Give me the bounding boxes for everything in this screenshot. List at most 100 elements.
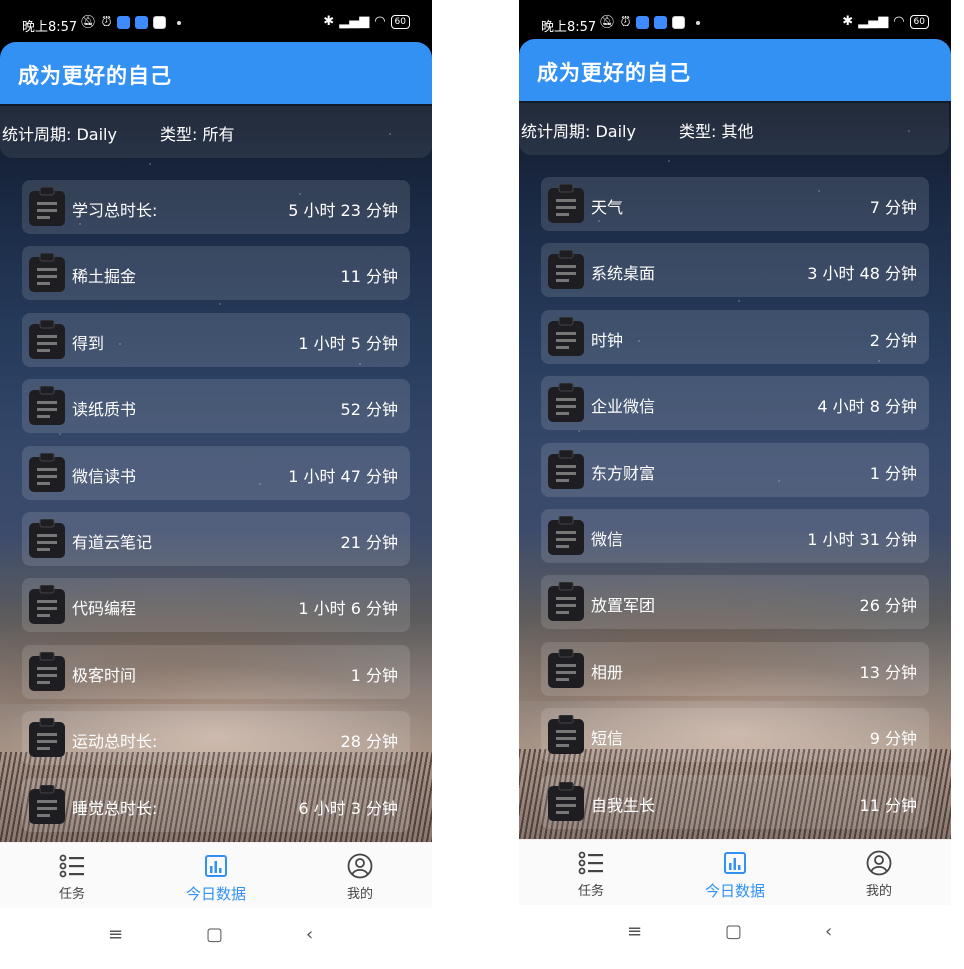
tab-today-data[interactable]: 今日数据 [144, 851, 288, 904]
item-duration: 26 分钟 [859, 596, 917, 616]
clipboard-icon [29, 452, 65, 492]
item-duration: 28 分钟 [340, 732, 398, 752]
alarm-icon: ⏰︎ [620, 15, 631, 30]
clipboard-icon [29, 253, 65, 293]
clipboard-icon [548, 316, 584, 356]
filter-bar[interactable]: 统计周期: Daily 类型: 其他 [519, 103, 949, 155]
item-name: 微信读书 [72, 466, 137, 486]
system-navigation-bar: ≡ ▢ ‹ [519, 905, 951, 956]
list-item[interactable]: 极客时间 1 分钟 [22, 644, 410, 699]
item-duration: 52 分钟 [340, 400, 398, 420]
clipboard-icon [548, 648, 584, 688]
item-name: 得到 [72, 333, 105, 353]
app-notification-icon [653, 16, 667, 29]
tab-tasks[interactable]: 任务 [519, 848, 663, 899]
list-item[interactable]: 睡觉总时长: 6 小时 3 分钟 [22, 777, 410, 832]
app-notification-icon [671, 16, 685, 29]
item-name: 相册 [591, 662, 624, 682]
app-bar: 成为更好的自己 [0, 42, 432, 104]
tab-label: 今日数据 [185, 885, 246, 903]
list-item[interactable]: 有道云笔记 21 分钟 [22, 511, 410, 566]
item-name: 时钟 [591, 330, 624, 350]
item-name: 有道云笔记 [72, 532, 153, 552]
chart-icon [205, 855, 227, 877]
item-duration: 1 分钟 [869, 463, 917, 483]
phone-screen-other: 晚上8:57 🔕︎ ⏰︎ ✱ ▂▄▆ ◠ 60 成为更好的自己 统计周期: Da… [519, 0, 951, 956]
page-title: 成为更好的自己 [537, 61, 691, 85]
list-item[interactable]: 稀土掘金 11 分钟 [22, 246, 410, 301]
battery-icon: 60 [390, 14, 410, 29]
bottom-tab-bar: 任务 今日数据 我的 [0, 842, 432, 909]
clipboard-icon [29, 585, 65, 625]
tab-profile[interactable]: 我的 [288, 851, 432, 902]
list-item[interactable]: 微信读书 1 小时 47 分钟 [22, 445, 410, 500]
list-item[interactable]: 学习总时长: 5 小时 23 分钟 [22, 180, 410, 234]
item-duration: 2 分钟 [869, 330, 917, 350]
app-notification-icon [134, 16, 148, 29]
clipboard-icon [548, 184, 584, 223]
clipboard-icon [29, 386, 65, 426]
stat-type[interactable]: 类型: 其他 [679, 118, 753, 142]
list-item[interactable]: 得到 1 小时 5 分钟 [22, 312, 410, 367]
stats-content: 统计周期: Daily 类型: 所有 学习总时长: 5 小时 23 分钟 稀土掘… [0, 104, 432, 842]
clipboard-icon [548, 515, 584, 555]
item-name: 微信 [591, 529, 624, 549]
tab-label: 我的 [865, 884, 892, 899]
item-duration: 1 小时 5 分钟 [298, 333, 398, 353]
stat-period[interactable]: 统计周期: Daily [521, 118, 636, 142]
usage-list: 学习总时长: 5 小时 23 分钟 稀土掘金 11 分钟 得到 1 小时 5 分… [22, 180, 410, 842]
clipboard-icon [548, 250, 584, 290]
item-name: 系统桌面 [591, 264, 656, 284]
tab-tasks[interactable]: 任务 [0, 851, 144, 902]
list-item[interactable]: 东方财富 1 分钟 [541, 442, 929, 497]
list-item[interactable]: 短信 9 分钟 [541, 708, 929, 763]
item-name: 天气 [591, 198, 624, 217]
stat-type[interactable]: 类型: 所有 [160, 121, 234, 145]
item-duration: 3 小时 48 分钟 [807, 264, 917, 284]
home-icon[interactable]: ▢ [206, 924, 223, 945]
clipboard-icon [29, 518, 65, 558]
clipboard-icon [29, 187, 65, 226]
stat-period[interactable]: 统计周期: Daily [2, 121, 117, 145]
list-item[interactable]: 时钟 2 分钟 [541, 309, 929, 364]
list-item[interactable]: 微信 1 小时 31 分钟 [541, 508, 929, 563]
wifi-icon: ◠ [893, 14, 905, 29]
list-item[interactable]: 系统桌面 3 小时 48 分钟 [541, 243, 929, 298]
app-notification-icon [116, 16, 130, 29]
back-icon[interactable]: ‹ [306, 924, 313, 945]
tab-today-data[interactable]: 今日数据 [663, 848, 807, 901]
list-item[interactable]: 相册 13 分钟 [541, 641, 929, 696]
item-duration: 11 分钟 [859, 795, 917, 815]
more-notifications-icon [176, 20, 181, 25]
menu-icon[interactable]: ≡ [108, 924, 123, 945]
profile-icon [347, 853, 373, 879]
bottom-tab-bar: 任务 今日数据 我的 [519, 839, 951, 906]
list-icon [59, 854, 84, 878]
status-bar: 晚上8:57 🔕︎ ⏰︎ ✱ ▂▄▆ ◠ 60 [519, 0, 951, 44]
list-item[interactable]: 读纸质书 52 分钟 [22, 379, 410, 434]
clipboard-icon [548, 781, 584, 821]
item-name: 放置军团 [591, 596, 656, 616]
home-icon[interactable]: ▢ [725, 921, 742, 942]
item-name: 企业微信 [591, 397, 656, 417]
filter-bar[interactable]: 统计周期: Daily 类型: 所有 [0, 106, 432, 158]
item-name: 稀土掘金 [72, 267, 137, 287]
list-item[interactable]: 自我生长 11 分钟 [541, 774, 929, 829]
clipboard-icon [29, 784, 65, 824]
item-duration: 1 分钟 [350, 665, 398, 685]
page-title: 成为更好的自己 [18, 64, 172, 88]
item-name: 东方财富 [591, 463, 656, 483]
list-item[interactable]: 运动总时长: 28 分钟 [22, 711, 410, 766]
list-item[interactable]: 天气 7 分钟 [541, 177, 929, 231]
notification-icons: 🔕︎ ⏰︎ [599, 15, 700, 30]
list-item[interactable]: 企业微信 4 小时 8 分钟 [541, 376, 929, 431]
list-item[interactable]: 放置军团 26 分钟 [541, 575, 929, 630]
clipboard-icon [548, 383, 584, 423]
mute-icon: 🔕︎ [599, 15, 616, 30]
list-item[interactable]: 代码编程 1 小时 6 分钟 [22, 578, 410, 633]
back-icon[interactable]: ‹ [825, 921, 832, 942]
item-duration: 1 小时 31 分钟 [807, 529, 917, 549]
tab-profile[interactable]: 我的 [807, 848, 951, 899]
status-time: 晚上8:57 [22, 20, 78, 35]
menu-icon[interactable]: ≡ [627, 921, 642, 942]
